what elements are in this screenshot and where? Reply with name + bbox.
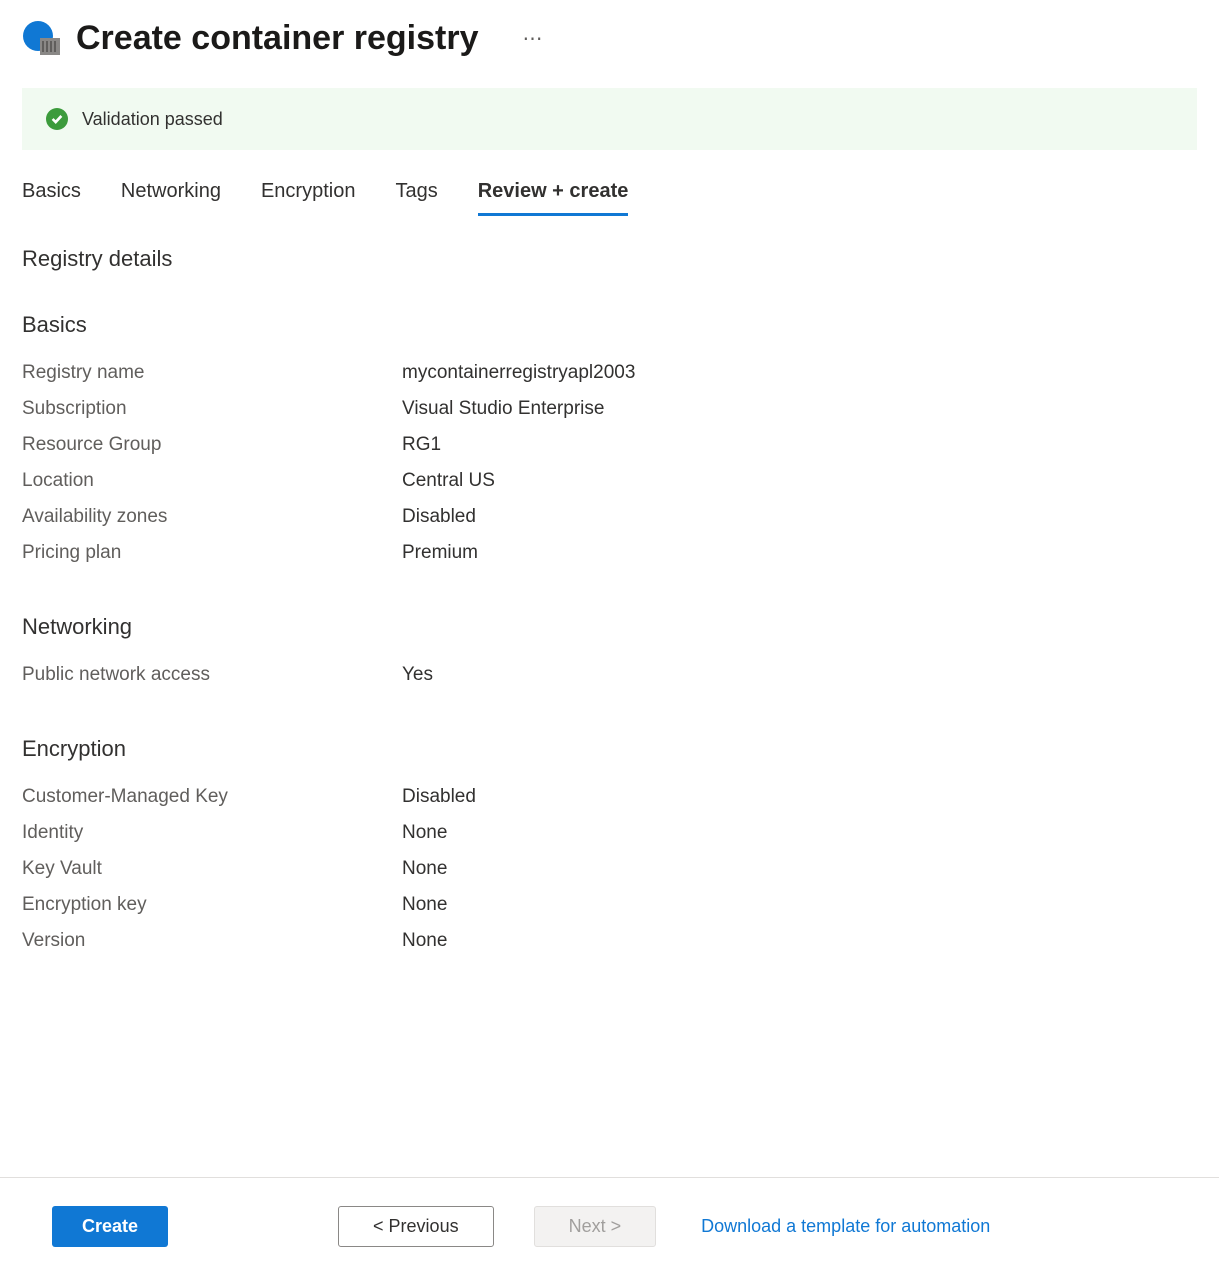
detail-value: RG1	[402, 434, 441, 456]
tab-encryption[interactable]: Encryption	[261, 180, 356, 216]
detail-row: Identity None	[22, 822, 1197, 844]
detail-label: Location	[22, 470, 402, 492]
detail-label: Resource Group	[22, 434, 402, 456]
detail-row: Public network access Yes	[22, 664, 1197, 686]
detail-label: Identity	[22, 822, 402, 844]
detail-row: Version None	[22, 930, 1197, 952]
validation-message: Validation passed	[82, 109, 223, 130]
section-title-registry-details: Registry details	[22, 246, 1197, 272]
detail-value: None	[402, 858, 447, 880]
detail-value: None	[402, 822, 447, 844]
detail-row: Pricing plan Premium	[22, 542, 1197, 564]
subsection-title-encryption: Encryption	[22, 736, 1197, 762]
detail-label: Registry name	[22, 362, 402, 384]
detail-value: Disabled	[402, 506, 476, 528]
detail-row: Encryption key None	[22, 894, 1197, 916]
detail-label: Customer-Managed Key	[22, 786, 402, 808]
detail-row: Customer-Managed Key Disabled	[22, 786, 1197, 808]
validation-banner: Validation passed	[22, 88, 1197, 150]
detail-label: Pricing plan	[22, 542, 402, 564]
detail-row: Resource Group RG1	[22, 434, 1197, 456]
detail-row: Registry name mycontainerregistryapl2003	[22, 362, 1197, 384]
registry-icon	[22, 18, 62, 58]
create-button[interactable]: Create	[52, 1206, 168, 1247]
detail-label: Version	[22, 930, 402, 952]
detail-value: Disabled	[402, 786, 476, 808]
subsection-title-networking: Networking	[22, 614, 1197, 640]
download-template-link[interactable]: Download a template for automation	[701, 1216, 990, 1237]
subsection-title-basics: Basics	[22, 312, 1197, 338]
page-header: Create container registry ⋯	[0, 0, 1219, 68]
tab-basics[interactable]: Basics	[22, 180, 81, 216]
tab-networking[interactable]: Networking	[121, 180, 221, 216]
detail-row: Availability zones Disabled	[22, 506, 1197, 528]
detail-label: Availability zones	[22, 506, 402, 528]
detail-label: Public network access	[22, 664, 402, 686]
detail-row: Subscription Visual Studio Enterprise	[22, 398, 1197, 420]
detail-value: None	[402, 894, 447, 916]
more-actions-icon[interactable]: ⋯	[523, 26, 545, 51]
detail-row: Location Central US	[22, 470, 1197, 492]
check-circle-icon	[46, 108, 68, 130]
detail-value: Premium	[402, 542, 478, 564]
tab-review-create[interactable]: Review + create	[478, 180, 629, 216]
tab-bar: Basics Networking Encryption Tags Review…	[22, 180, 1197, 216]
detail-label: Encryption key	[22, 894, 402, 916]
page-title: Create container registry	[76, 19, 479, 58]
detail-row: Key Vault None	[22, 858, 1197, 880]
detail-value: None	[402, 930, 447, 952]
tab-tags[interactable]: Tags	[395, 180, 437, 216]
detail-value: Yes	[402, 664, 433, 686]
footer-action-bar: Create < Previous Next > Download a temp…	[0, 1177, 1219, 1275]
previous-button[interactable]: < Previous	[338, 1206, 494, 1247]
detail-value: Central US	[402, 470, 495, 492]
detail-label: Key Vault	[22, 858, 402, 880]
detail-label: Subscription	[22, 398, 402, 420]
detail-value: mycontainerregistryapl2003	[402, 362, 635, 384]
next-button: Next >	[534, 1206, 657, 1247]
detail-value: Visual Studio Enterprise	[402, 398, 604, 420]
